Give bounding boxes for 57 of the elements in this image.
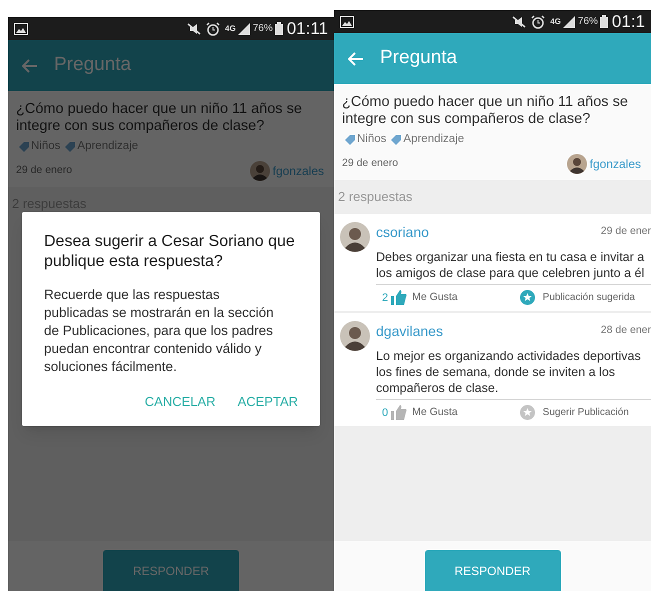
battery-percent: 76% — [252, 22, 273, 36]
like-label[interactable]: Me Gusta — [412, 290, 458, 306]
like-label[interactable]: Me Gusta — [412, 404, 458, 421]
alarm-icon — [206, 22, 220, 36]
answer-date: 29 de ener — [600, 224, 651, 240]
tag[interactable]: Aprendizaje — [403, 131, 464, 148]
suggest-label[interactable]: Sugerir Publicación — [542, 405, 629, 420]
like-count: 0 — [382, 406, 388, 420]
question-text: ¿Cómo puedo hacer que un niño 11 años se integre con sus compañeros de clase? — [16, 101, 303, 135]
answer-text: Debes organizar una fiesta en tu casa e invitar a los amigos de clase para que celebren junto a él — [376, 248, 651, 285]
dialog-button[interactable]: CANCELAR — [144, 392, 216, 412]
tag-icon — [391, 134, 402, 145]
signal-icon — [562, 16, 575, 28]
clock: 01:1 — [612, 10, 645, 33]
question-text: ¿Cómo puedo hacer que un niño 11 años se integre con sus compañeros de clase? — [342, 94, 629, 128]
answer-date: 28 de ener — [600, 323, 651, 338]
tag-icon — [19, 142, 29, 152]
suggest-label[interactable]: Publicación sugerida — [542, 290, 635, 306]
avatar — [566, 154, 587, 174]
image-icon — [340, 16, 354, 28]
dialog-button[interactable]: ACEPTAR — [238, 392, 298, 412]
reply-button[interactable]: RESPONDER — [424, 550, 560, 591]
dialog-title: Desea sugerir a Cesar Soriano que publique esta respuesta? — [44, 232, 296, 272]
dialog-message: Recuerde que las respuestas publicadas se mostrarán en la sección de Publicaciones, para que los padres puedan encontrar contenido válido y soluciones fácilmente. — [44, 286, 275, 376]
answer-author[interactable]: csoriano — [376, 222, 429, 243]
battery-percent: 76% — [578, 15, 598, 29]
signal-icon — [238, 22, 250, 34]
question-author[interactable]: fgonzales — [272, 162, 324, 180]
reply-button[interactable]: RESPONDER — [103, 550, 239, 591]
answers-count: 2 respuestas — [337, 188, 414, 206]
like-count: 2 — [382, 290, 388, 306]
app-bar-title: Pregunta — [54, 53, 132, 78]
image-icon — [14, 22, 28, 34]
question-author[interactable]: fgonzales — [590, 155, 641, 174]
thumbs-up-icon[interactable] — [391, 290, 408, 306]
battery-icon — [600, 15, 608, 28]
avatar — [340, 320, 370, 351]
back-arrow-icon[interactable] — [348, 52, 364, 66]
alarm-icon — [531, 14, 546, 28]
clock: 01:11 — [286, 18, 328, 40]
network-type: 4G — [550, 16, 561, 28]
tag-icon — [65, 142, 76, 152]
avatar — [250, 161, 270, 182]
answer-text: Lo mejor es organizando actividades deportivas los fines de semana, donde se inviten a los compañeros de clase. — [376, 348, 651, 400]
avatar — [340, 222, 370, 252]
mute-icon — [511, 16, 528, 28]
tag-icon — [345, 134, 355, 145]
thumbs-up-icon[interactable] — [391, 405, 408, 420]
question-date: 29 de enero — [16, 163, 72, 178]
question-date: 29 de enero — [342, 156, 398, 172]
network-type: 4G — [225, 22, 236, 34]
battery-icon — [274, 22, 283, 35]
tag[interactable]: Niños — [357, 131, 386, 148]
app-bar-title: Pregunta — [380, 46, 458, 70]
answer-author[interactable]: dgavilanes — [376, 320, 443, 342]
back-arrow-icon[interactable] — [22, 58, 38, 72]
mute-icon — [186, 22, 202, 34]
